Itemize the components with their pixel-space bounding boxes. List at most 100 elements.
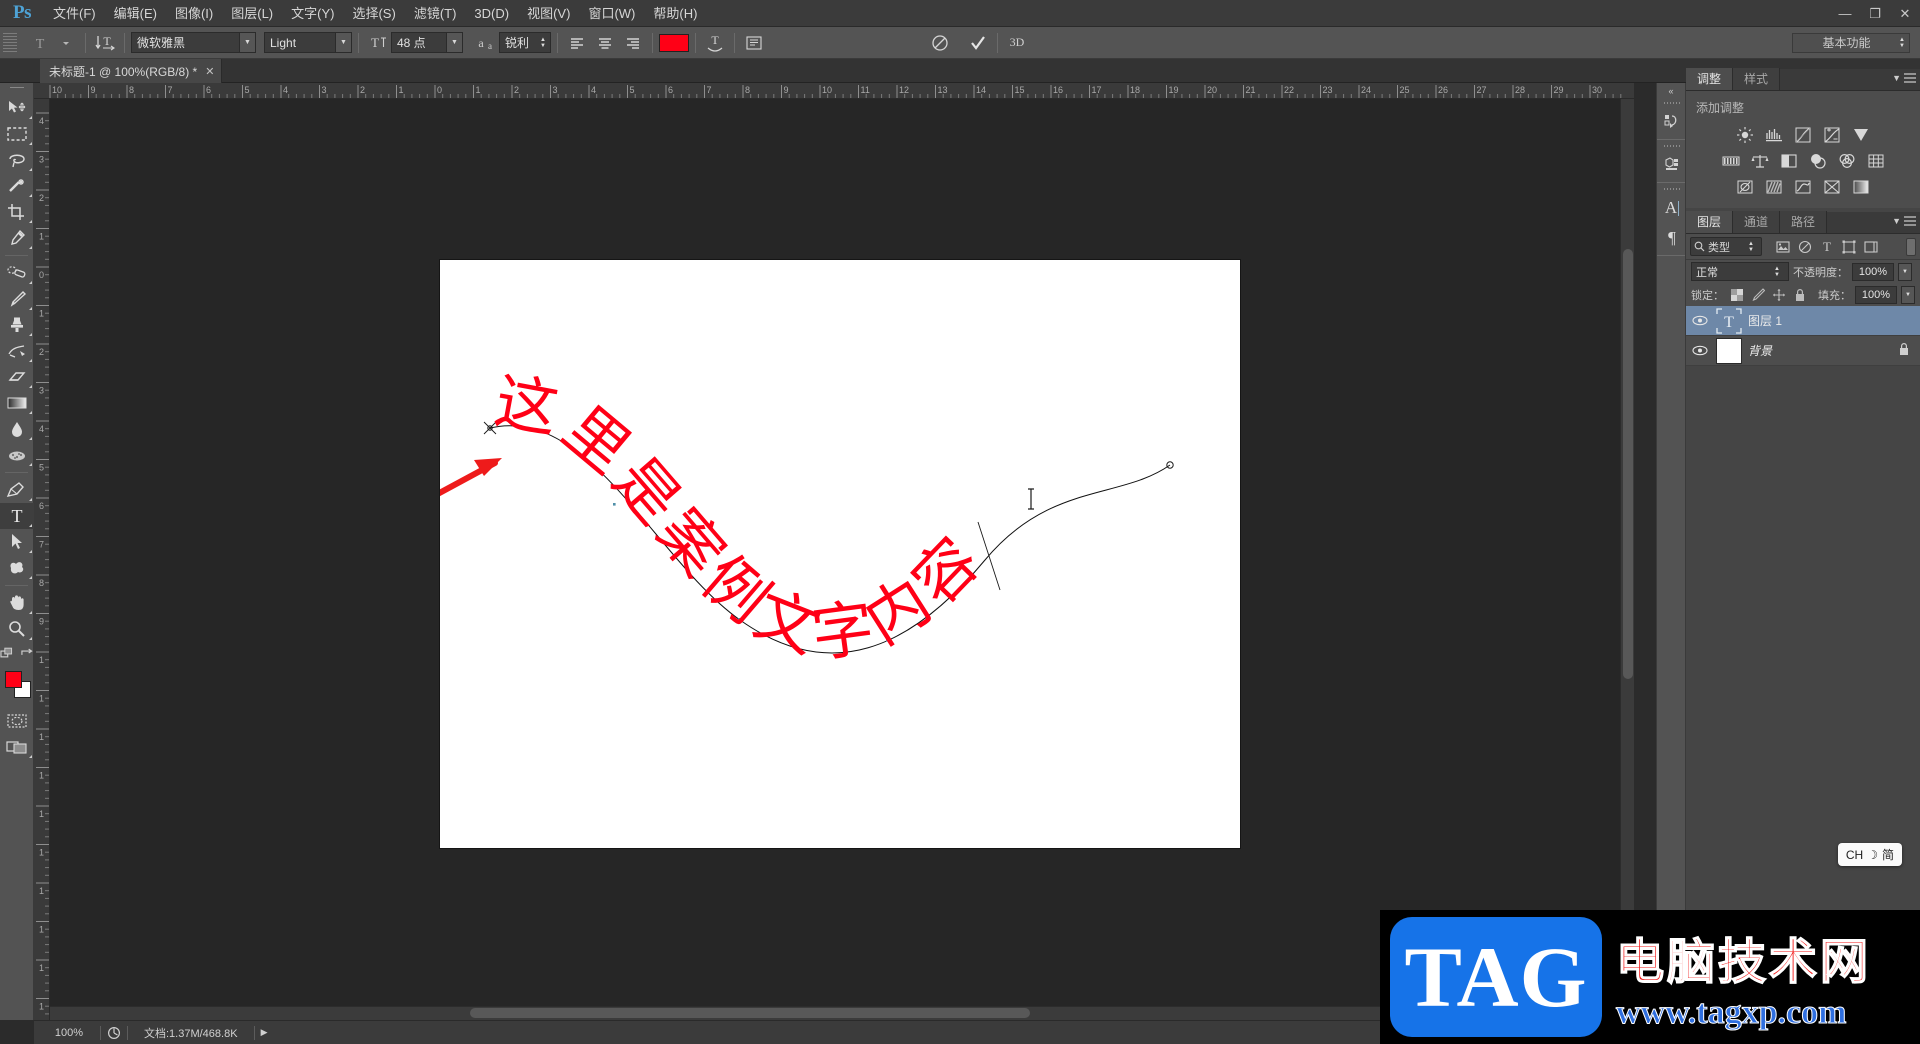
color-balance-adjustment-icon[interactable] <box>1750 151 1770 171</box>
opacity-field[interactable]: 100% <box>1852 262 1894 281</box>
three-d-mode-icon[interactable]: 3D <box>1004 31 1030 55</box>
posterize-adjustment-icon[interactable] <box>1764 177 1784 197</box>
font-style-select[interactable]: Light ▼ <box>264 32 352 53</box>
menu-filter[interactable]: 滤镜(T) <box>405 0 466 27</box>
brush-tool[interactable] <box>0 286 34 312</box>
paragraph-panel-icon[interactable]: ¶ <box>1657 223 1687 253</box>
lock-all-icon[interactable] <box>1791 286 1808 304</box>
eyedropper-tool[interactable] <box>0 225 34 251</box>
fill-field[interactable]: 100% <box>1855 285 1897 304</box>
levels-adjustment-icon[interactable] <box>1764 125 1784 145</box>
gradient-tool[interactable] <box>0 390 34 416</box>
align-left-icon[interactable] <box>564 31 590 55</box>
dock-group-grip-1[interactable] <box>1657 99 1685 107</box>
fill-chevron-down-icon[interactable]: ▼ <box>1901 285 1915 304</box>
layers-panel-menu-icon[interactable]: ▼ <box>1892 216 1916 226</box>
layer-visibility-toggle-2[interactable] <box>1690 345 1710 356</box>
threshold-adjustment-icon[interactable] <box>1793 177 1813 197</box>
lasso-tool[interactable] <box>0 147 34 173</box>
font-family-select[interactable]: 微软雅黑 ▼ <box>131 32 256 53</box>
cancel-edits-icon[interactable] <box>927 31 953 55</box>
menu-window[interactable]: 窗口(W) <box>579 0 644 27</box>
commit-edits-icon[interactable] <box>965 31 991 55</box>
filter-adjustment-layers-icon[interactable] <box>1794 237 1816 257</box>
toggle-text-orientation-icon[interactable]: T <box>92 31 118 55</box>
text-color-swatch[interactable] <box>659 33 689 52</box>
document-tab-close-icon[interactable]: ✕ <box>205 65 214 78</box>
font-style-chevron-down-icon[interactable]: ▼ <box>335 33 351 52</box>
toggle-character-paragraph-panels-icon[interactable] <box>741 31 767 55</box>
lock-transparent-pixels-icon[interactable] <box>1728 286 1745 304</box>
vibrance-adjustment-icon[interactable] <box>1851 125 1871 145</box>
lock-image-pixels-icon[interactable] <box>1749 286 1766 304</box>
adjustments-panel-menu-icon[interactable]: ▼ <box>1892 73 1916 83</box>
font-family-chevron-down-icon[interactable]: ▼ <box>239 33 255 52</box>
menu-type[interactable]: 文字(Y) <box>282 0 343 27</box>
mini-bridge-panel-icon[interactable] <box>1657 150 1687 180</box>
menu-edit[interactable]: 编辑(E) <box>105 0 166 27</box>
vertical-ruler[interactable]: 4 3 2 1 0 1 2 3 4 5 6 7 8 9 1 1 1 1 1 1 1 1 1 1 <box>34 99 50 1020</box>
move-tool[interactable] <box>0 95 34 121</box>
path-selection-tool[interactable] <box>0 529 34 555</box>
layer-filter-toggle[interactable] <box>1906 237 1916 256</box>
layer-thumbnail-type[interactable]: T <box>1716 307 1742 334</box>
filter-shape-layers-icon[interactable] <box>1838 237 1860 257</box>
gradient-map-adjustment-icon[interactable] <box>1851 177 1871 197</box>
layer-row-type[interactable]: T 图层 1 <box>1686 306 1920 336</box>
hue-saturation-adjustment-icon[interactable] <box>1721 151 1741 171</box>
menu-image[interactable]: 图像(I) <box>166 0 222 27</box>
canvas-text-on-path[interactable]: 这里是案例文字内容 <box>490 364 998 671</box>
dock-group-grip-3[interactable] <box>1657 185 1685 193</box>
tab-styles[interactable]: 样式 <box>1733 68 1781 90</box>
close-button[interactable]: ✕ <box>1890 0 1920 27</box>
spot-healing-brush-tool[interactable] <box>0 260 34 286</box>
opacity-chevron-down-icon[interactable]: ▼ <box>1898 262 1912 281</box>
layer-name-2[interactable]: 背景 <box>1748 342 1772 359</box>
tool-preset-chevron-down-icon[interactable] <box>53 31 79 55</box>
layer-row-background[interactable]: 背景 <box>1686 336 1920 366</box>
anti-alias-stepper-icon[interactable]: ▲ ▼ <box>536 33 550 52</box>
hand-tool[interactable] <box>0 590 34 616</box>
canvas-vertical-scrollbar[interactable] <box>1620 99 1634 1020</box>
swap-colors-icon[interactable] <box>20 647 34 659</box>
clone-stamp-tool[interactable] <box>0 312 34 338</box>
document-info-icon[interactable] <box>107 1026 121 1040</box>
color-lookup-adjustment-icon[interactable] <box>1866 151 1886 171</box>
eraser-tool[interactable] <box>0 364 34 390</box>
ime-status-badge[interactable]: CH ☽ 简 <box>1837 843 1902 866</box>
document-tab[interactable]: 未标题-1 @ 100%(RGB/8) * ✕ <box>40 59 223 83</box>
filter-pixel-layers-icon[interactable] <box>1772 237 1794 257</box>
selective-color-adjustment-icon[interactable] <box>1822 177 1842 197</box>
create-warped-text-icon[interactable]: T <box>702 31 728 55</box>
dodge-tool[interactable] <box>0 442 34 468</box>
horizontal-type-tool[interactable]: T <box>0 503 34 529</box>
lock-position-icon[interactable] <box>1770 286 1787 304</box>
artboard[interactable]: 这里是案例文字内容 <box>440 260 1240 848</box>
status-more-icon[interactable]: ▶ <box>261 1027 268 1038</box>
layer-filter-stepper-icon[interactable]: ▲ ▼ <box>1744 237 1758 256</box>
horizontal-ruler[interactable]: 10 9 8 7 6 5 4 3 2 1 0 1 2 3 4 5 6 7 8 9 10 11 12 13 14 15 16 17 18 1… <box>34 83 1634 99</box>
tools-panel-grip[interactable] <box>0 83 33 95</box>
quick-selection-tool[interactable] <box>0 173 34 199</box>
foreground-color-swatch[interactable] <box>5 671 22 688</box>
crop-tool[interactable] <box>0 199 34 225</box>
curves-adjustment-icon[interactable] <box>1793 125 1813 145</box>
menu-layer[interactable]: 图层(L) <box>222 0 282 27</box>
layer-thumbnail-background[interactable] <box>1716 337 1742 364</box>
align-right-icon[interactable] <box>620 31 646 55</box>
workspace-select[interactable]: 基本功能 ▲ ▼ <box>1792 32 1910 53</box>
canvas-vertical-scroll-thumb[interactable] <box>1623 249 1633 679</box>
layer-name-1[interactable]: 图层 1 <box>1748 312 1782 329</box>
align-center-icon[interactable] <box>592 31 618 55</box>
history-brush-tool[interactable] <box>0 338 34 364</box>
tab-layers[interactable]: 图层 <box>1686 211 1734 233</box>
rectangular-marquee-tool[interactable] <box>0 121 34 147</box>
photo-filter-adjustment-icon[interactable] <box>1808 151 1828 171</box>
menu-file[interactable]: 文件(F) <box>44 0 105 27</box>
menu-select[interactable]: 选择(S) <box>343 0 404 27</box>
canvas-horizontal-scroll-thumb[interactable] <box>470 1008 1030 1018</box>
tool-preset-type-icon[interactable]: T <box>27 31 53 55</box>
channel-mixer-adjustment-icon[interactable] <box>1837 151 1857 171</box>
pen-tool[interactable] <box>0 477 34 503</box>
edit-toolbar-icon[interactable] <box>0 647 14 659</box>
